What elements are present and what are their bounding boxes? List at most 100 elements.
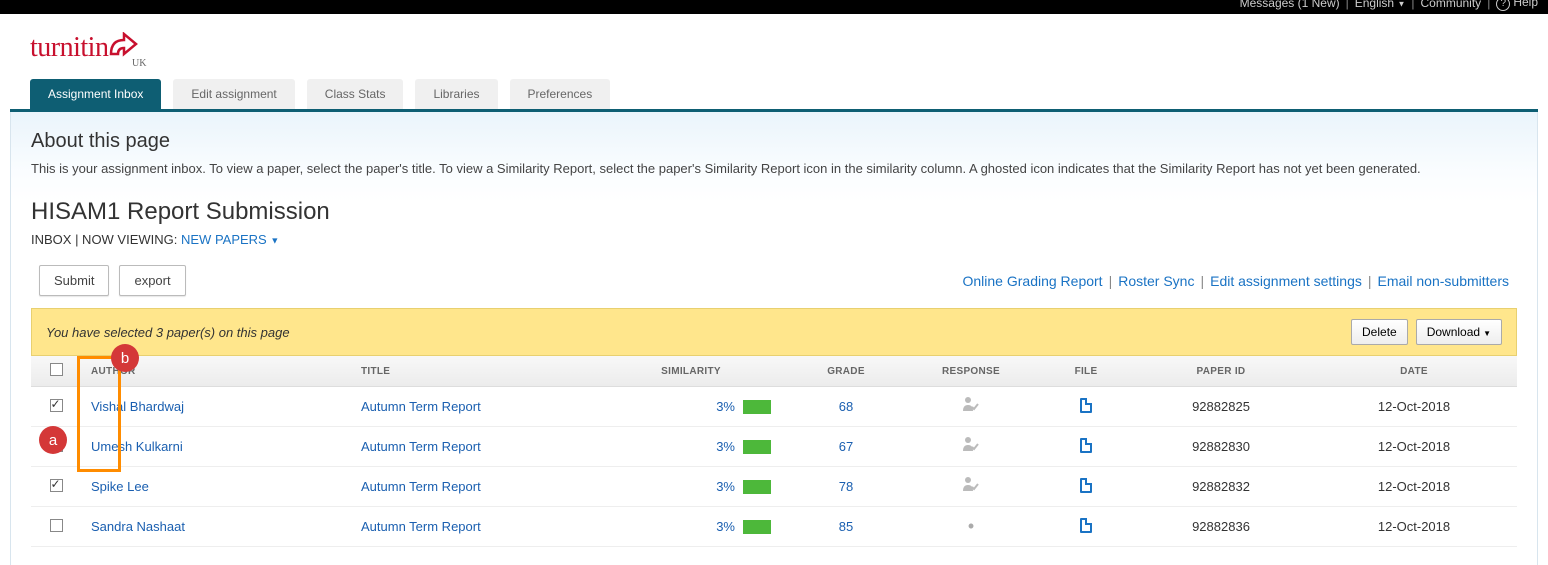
chevron-down-icon: ▼: [270, 236, 279, 246]
grade-link[interactable]: 67: [839, 439, 853, 454]
title-link[interactable]: Autumn Term Report: [361, 519, 481, 534]
similarity-bar[interactable]: [743, 520, 771, 534]
similarity-link[interactable]: 3%: [716, 519, 735, 534]
title-link[interactable]: Autumn Term Report: [361, 439, 481, 454]
date: 12-Oct-2018: [1311, 467, 1517, 507]
separator: |: [1368, 273, 1372, 289]
grade-link[interactable]: 78: [839, 479, 853, 494]
grade-link[interactable]: 85: [839, 519, 853, 534]
person-check-icon: [962, 399, 980, 416]
roster-sync-link[interactable]: Roster Sync: [1118, 273, 1194, 289]
export-button[interactable]: export: [119, 265, 185, 296]
file-icon[interactable]: [1080, 438, 1092, 453]
page-title: HISAM1 Report Submission: [31, 198, 1517, 226]
header-checkbox-cell: [31, 356, 81, 387]
table-header-row: AUTHOR TITLE SIMILARITY GRADE RESPONSE F…: [31, 356, 1517, 387]
dot-icon: •: [968, 516, 974, 536]
annotation-label-b: b: [111, 344, 139, 372]
tab-edit-assignment[interactable]: Edit assignment: [173, 79, 294, 109]
selection-actions: Delete Download▼: [1351, 319, 1502, 345]
toolbar: Submit export Online Grading Report | Ro…: [31, 265, 1517, 296]
submit-button[interactable]: Submit: [39, 265, 109, 296]
toolbar-left: Submit export: [39, 265, 186, 296]
chevron-down-icon: ▼: [1397, 0, 1405, 8]
similarity-bar[interactable]: [743, 400, 771, 414]
table-wrap: AUTHOR TITLE SIMILARITY GRADE RESPONSE F…: [31, 356, 1517, 547]
title-link[interactable]: Autumn Term Report: [361, 479, 481, 494]
grade-link[interactable]: 68: [839, 399, 853, 414]
content: About this page This is your assignment …: [10, 112, 1538, 565]
table-row: Vishal Bhardwaj Autumn Term Report 3% 68 928…: [31, 387, 1517, 427]
language-selector[interactable]: English ▼: [1355, 0, 1406, 10]
filter-dropdown[interactable]: NEW PAPERS ▼: [181, 232, 279, 247]
download-button[interactable]: Download▼: [1416, 319, 1502, 345]
author-link[interactable]: Sandra Nashaat: [91, 519, 185, 534]
viewing-prefix: INBOX | NOW VIEWING:: [31, 232, 181, 247]
author-link[interactable]: Vishal Bhardwaj: [91, 399, 184, 414]
logo[interactable]: turnitin UK: [30, 32, 1518, 67]
date: 12-Oct-2018: [1311, 387, 1517, 427]
help-icon: ?: [1496, 0, 1510, 11]
header-response[interactable]: RESPONSE: [901, 356, 1041, 387]
tab-assignment-inbox[interactable]: Assignment Inbox: [30, 79, 161, 109]
similarity-bar[interactable]: [743, 440, 771, 454]
toolbar-right: Online Grading Report | Roster Sync | Ed…: [963, 273, 1510, 289]
submissions-table: AUTHOR TITLE SIMILARITY GRADE RESPONSE F…: [31, 356, 1517, 547]
similarity-bar[interactable]: [743, 480, 771, 494]
person-check-icon: [962, 439, 980, 456]
file-icon[interactable]: [1080, 398, 1092, 413]
similarity-link[interactable]: 3%: [716, 479, 735, 494]
separator: |: [1109, 273, 1113, 289]
person-check-icon: [962, 479, 980, 496]
date: 12-Oct-2018: [1311, 427, 1517, 467]
header-grade[interactable]: GRADE: [791, 356, 901, 387]
selection-count-text: You have selected 3 paper(s) on this pag…: [46, 325, 290, 340]
delete-button[interactable]: Delete: [1351, 319, 1408, 345]
tab-preferences[interactable]: Preferences: [510, 79, 611, 109]
paper-id: 92882832: [1131, 467, 1311, 507]
selection-bar: You have selected 3 paper(s) on this pag…: [31, 308, 1517, 356]
row-checkbox[interactable]: [50, 519, 63, 532]
paper-id: 92882836: [1131, 507, 1311, 547]
select-all-checkbox[interactable]: [50, 363, 63, 376]
separator: |: [1346, 0, 1349, 10]
logo-suffix: UK: [132, 58, 146, 69]
row-checkbox[interactable]: [50, 479, 63, 492]
viewing-filter-line: INBOX | NOW VIEWING: NEW PAPERS ▼: [31, 232, 1517, 247]
annotation-label-a: a: [39, 426, 67, 454]
table-row: Sandra Nashaat Autumn Term Report 3% 85 • 928…: [31, 507, 1517, 547]
file-icon[interactable]: [1080, 518, 1092, 533]
separator: |: [1200, 273, 1204, 289]
header-date[interactable]: DATE: [1311, 356, 1517, 387]
author-link[interactable]: Umesh Kulkarni: [91, 439, 183, 454]
tabs: Assignment Inbox Edit assignment Class Sta…: [30, 79, 1518, 109]
date: 12-Oct-2018: [1311, 507, 1517, 547]
tab-libraries[interactable]: Libraries: [415, 79, 497, 109]
help-link[interactable]: ?Help: [1496, 0, 1538, 11]
author-link[interactable]: Spike Lee: [91, 479, 149, 494]
separator: |: [1487, 0, 1490, 10]
about-title: About this page: [31, 130, 1517, 153]
header-similarity[interactable]: SIMILARITY: [591, 356, 791, 387]
title-link[interactable]: Autumn Term Report: [361, 399, 481, 414]
tab-class-stats[interactable]: Class Stats: [307, 79, 404, 109]
chevron-down-icon: ▼: [1483, 329, 1491, 338]
table-row: Spike Lee Autumn Term Report 3% 78 928828321…: [31, 467, 1517, 507]
header-file[interactable]: FILE: [1041, 356, 1131, 387]
table-row: Umesh Kulkarni Autumn Term Report 3% 67 9288…: [31, 427, 1517, 467]
paper-id: 92882825: [1131, 387, 1311, 427]
file-icon[interactable]: [1080, 478, 1092, 493]
paper-id: 92882830: [1131, 427, 1311, 467]
header-paper-id[interactable]: PAPER ID: [1131, 356, 1311, 387]
separator: |: [1411, 0, 1414, 10]
email-nonsubmitters-link[interactable]: Email non-submitters: [1378, 273, 1510, 289]
header-title[interactable]: TITLE: [351, 356, 591, 387]
row-checkbox[interactable]: [50, 399, 63, 412]
grading-report-link[interactable]: Online Grading Report: [963, 273, 1103, 289]
similarity-link[interactable]: 3%: [716, 439, 735, 454]
community-link[interactable]: Community: [1421, 0, 1482, 10]
logo-text: turnitin: [30, 32, 108, 63]
messages-link[interactable]: Messages (1 New): [1240, 0, 1340, 10]
similarity-link[interactable]: 3%: [716, 399, 735, 414]
edit-settings-link[interactable]: Edit assignment settings: [1210, 273, 1362, 289]
